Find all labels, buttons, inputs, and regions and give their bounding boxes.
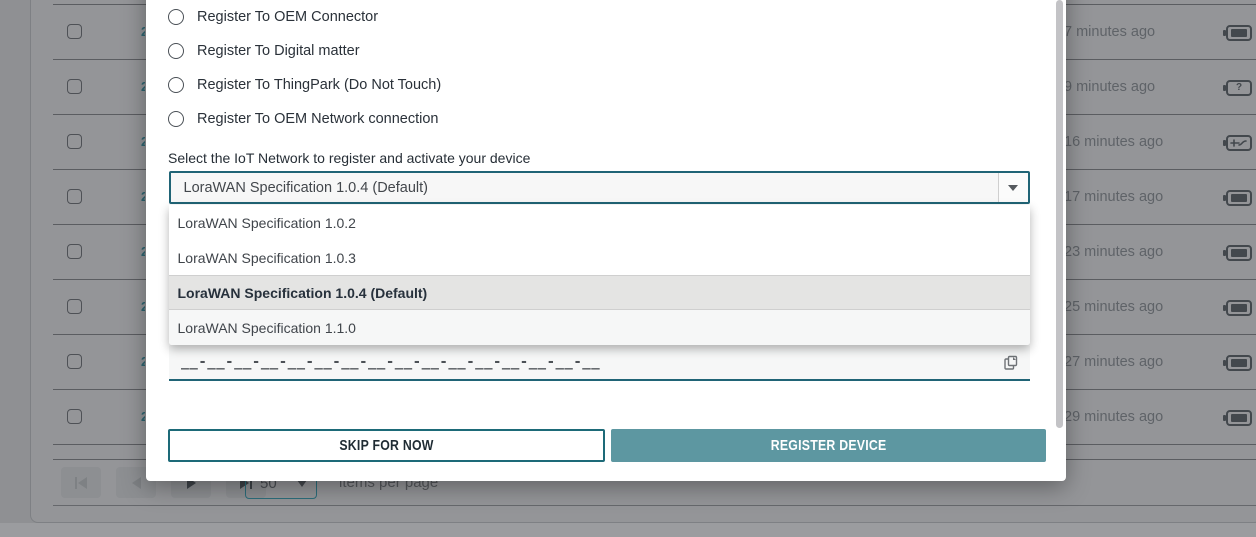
radio-button-icon[interactable] (168, 43, 184, 59)
battery-full-icon (1226, 190, 1252, 206)
skip-button-label: SKIP FOR NOW (339, 437, 433, 454)
device-link-truncated[interactable]: 2 (141, 244, 145, 260)
device-link-truncated[interactable]: 2 (141, 24, 145, 40)
radio-label: Register To OEM Connector (197, 9, 378, 25)
page-footer-area (0, 523, 1256, 537)
device-link-truncated[interactable]: 2 (141, 79, 145, 95)
dropdown-option[interactable]: LoraWAN Specification 1.0.3 (169, 240, 1030, 275)
registration-radio-row[interactable]: Register To OEM Network connection (168, 110, 439, 128)
row-checkbox[interactable] (67, 24, 82, 39)
select-dropdown-button[interactable] (998, 173, 1028, 202)
device-link-truncated[interactable]: 2 (141, 134, 145, 150)
last-seen-cell: 16 minutes ago (1064, 115, 1163, 170)
last-seen-cell: 7 minutes ago (1064, 5, 1155, 60)
radio-label: Register To OEM Network connection (197, 111, 439, 127)
last-seen-cell: 17 minutes ago (1064, 170, 1163, 225)
radio-label: Register To Digital matter (197, 43, 360, 59)
dropdown-arrow-icon (1008, 185, 1018, 191)
radio-label: Register To ThingPark (Do Not Touch) (197, 77, 441, 93)
battery-full-icon (1226, 410, 1252, 426)
device-link-truncated[interactable]: 2 (141, 354, 145, 370)
previous-page-icon (132, 477, 141, 489)
last-seen-cell: 29 minutes ago (1064, 390, 1163, 445)
row-checkbox[interactable] (67, 134, 82, 149)
iot-network-select[interactable]: LoraWAN Specification 1.0.4 (Default) (169, 171, 1030, 204)
first-page-icon (75, 477, 78, 489)
registration-radio-row[interactable]: Register To ThingPark (Do Not Touch) (168, 76, 441, 94)
battery-unknown-icon: ? (1226, 80, 1252, 96)
first-page-button[interactable] (61, 467, 101, 498)
device-link-truncated[interactable]: 2 (141, 409, 145, 425)
dropdown-option[interactable]: LoraWAN Specification 1.0.4 (Default) (169, 275, 1030, 310)
iot-network-select-label: Select the IoT Network to register and a… (168, 150, 530, 166)
last-seen-cell: 23 minutes ago (1064, 225, 1163, 280)
chevron-down-icon (297, 480, 307, 487)
battery-full-icon (1226, 245, 1252, 261)
register-device-modal: Register To OEM Connector Register To Di… (146, 0, 1066, 481)
register-button-label: REGISTER DEVICE (771, 437, 887, 454)
registration-radio-row[interactable]: Register To Digital matter (168, 42, 360, 60)
last-seen-cell: 27 minutes ago (1064, 335, 1163, 390)
battery-full-icon (1226, 25, 1252, 41)
battery-full-icon (1226, 300, 1252, 316)
row-checkbox[interactable] (67, 354, 82, 369)
row-checkbox[interactable] (67, 409, 82, 424)
skip-for-now-button[interactable]: SKIP FOR NOW (168, 429, 605, 462)
row-checkbox[interactable] (67, 244, 82, 259)
registration-radio-row[interactable]: Register To OEM Connector (168, 8, 378, 26)
dropdown-option[interactable]: LoraWAN Specification 1.0.2 (169, 205, 1030, 240)
dropdown-option[interactable]: LoraWAN Specification 1.1.0 (169, 310, 1030, 345)
battery-full-icon (1226, 355, 1252, 371)
battery-plugged-icon (1226, 135, 1252, 151)
last-seen-cell: 25 minutes ago (1064, 280, 1163, 335)
radio-button-icon[interactable] (168, 77, 184, 93)
last-seen-cell: 9 minutes ago (1064, 60, 1155, 115)
device-link-truncated[interactable]: 2 (141, 299, 145, 315)
device-key-value: __-__-__-__-__-__-__-__-__-__-__-__-__-_… (181, 354, 601, 370)
row-checkbox[interactable] (67, 299, 82, 314)
iot-network-selected-value: LoraWAN Specification 1.0.4 (Default) (184, 180, 428, 196)
copy-icon[interactable] (1002, 354, 1020, 372)
iot-network-dropdown-panel: LoraWAN Specification 1.0.2LoraWAN Speci… (169, 205, 1030, 345)
register-device-button[interactable]: REGISTER DEVICE (611, 429, 1046, 462)
device-key-field[interactable]: __-__-__-__-__-__-__-__-__-__-__-__-__-_… (169, 345, 1030, 381)
radio-button-icon[interactable] (168, 111, 184, 127)
device-link-truncated[interactable]: 2 (141, 189, 145, 205)
modal-scrollbar[interactable] (1056, 0, 1063, 428)
row-checkbox[interactable] (67, 79, 82, 94)
radio-button-icon[interactable] (168, 9, 184, 25)
row-checkbox[interactable] (67, 189, 82, 204)
